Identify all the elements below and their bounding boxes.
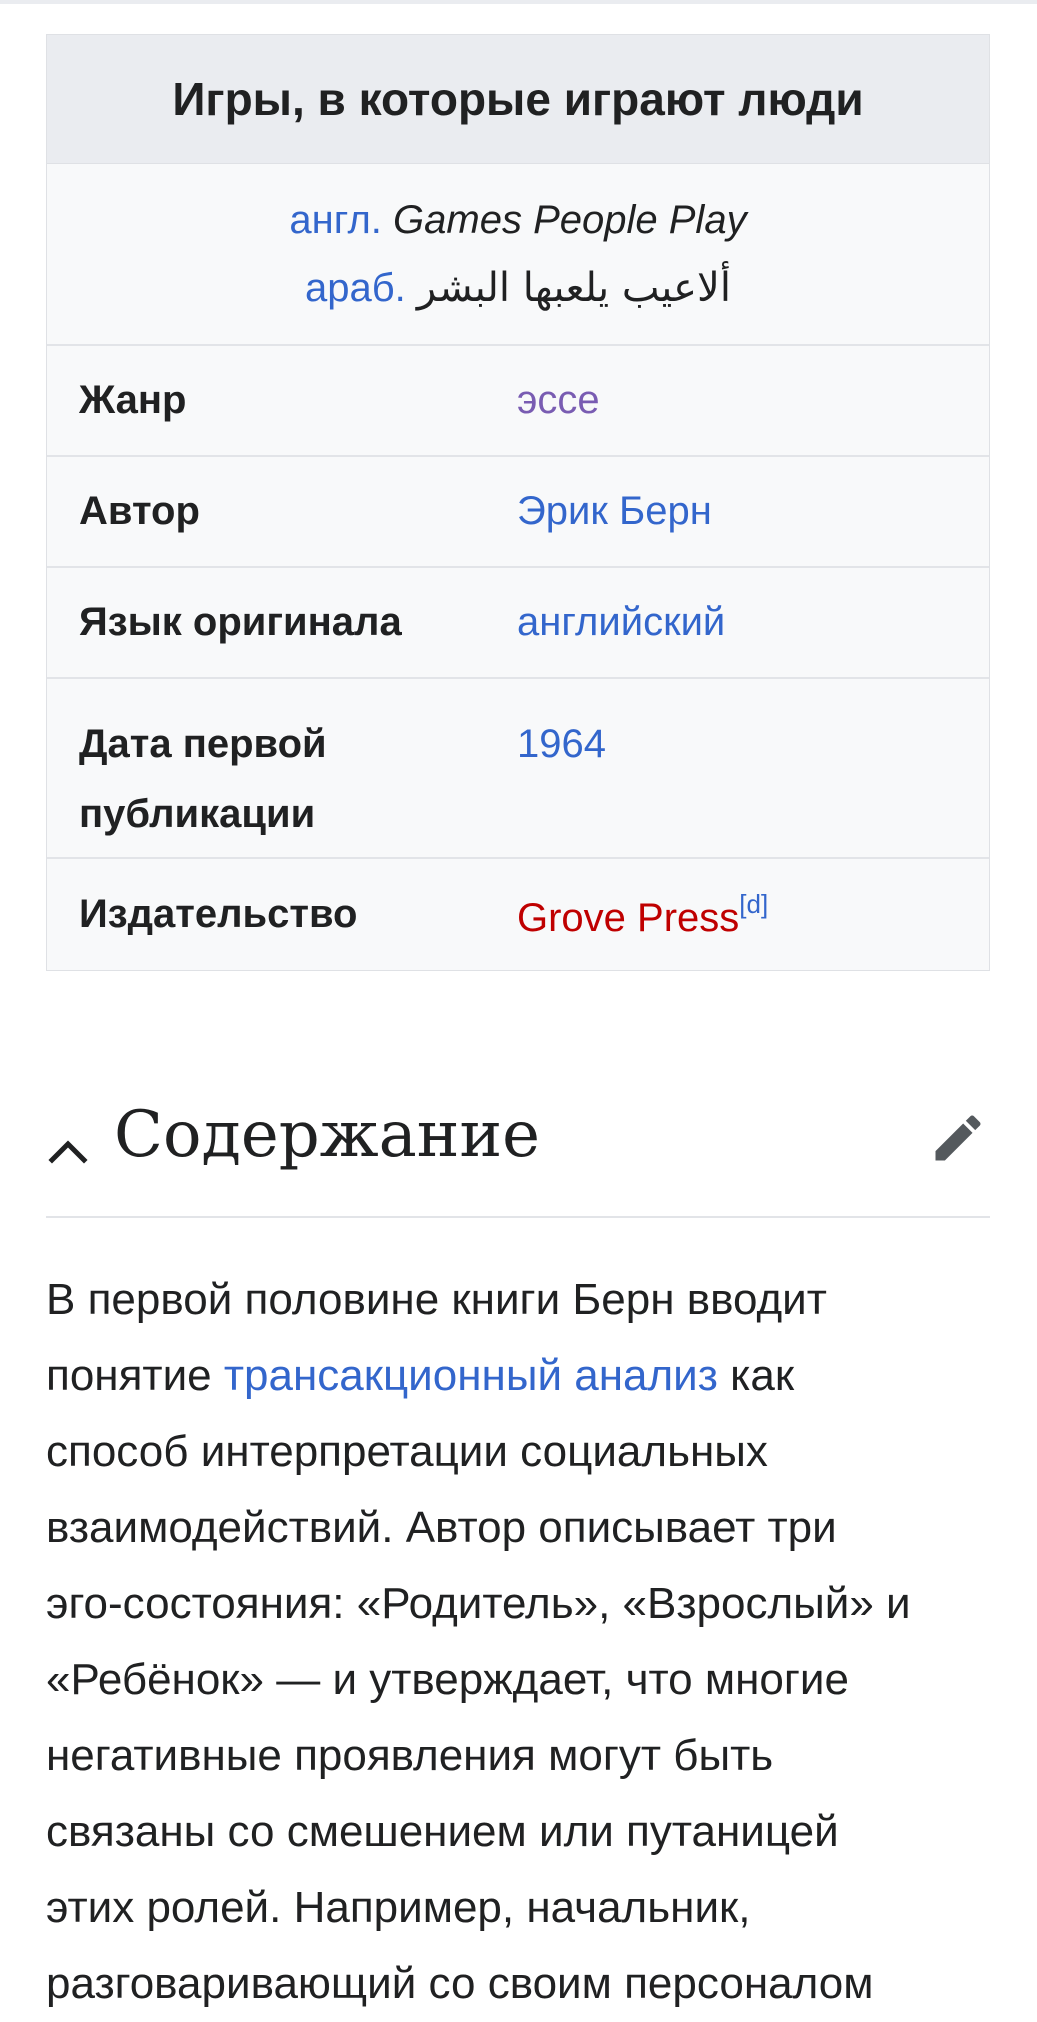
original-title-english: англ. Games People Play [289,186,746,254]
pencil-icon[interactable] [928,1108,988,1168]
language-link[interactable]: английский [517,600,989,645]
infobox: Игры, в которые играют люди англ. Games … [46,34,990,971]
wikidata-reference-link[interactable]: [d] [739,889,768,919]
genre-link[interactable]: эссе [517,378,989,423]
paragraph-line: «Ребёнок» — и утверждает, что многие [46,1655,849,1704]
paragraph-line: связаны со смешением или путаницей [46,1807,839,1856]
transactional-analysis-link[interactable]: трансакционный анализ [224,1351,718,1400]
paragraph-text: понятие [46,1351,224,1400]
english-title-text: Games People Play [393,198,747,242]
paragraph-line: взаимодействий. Автор описывает три [46,1503,837,1552]
infobox-row-language: Язык оригинала английский [47,568,989,679]
paragraph-line: разговаривающий со своим персоналом [46,1959,874,2008]
arabic-title-text: ألاعيب يلعبها البشر [416,265,731,311]
author-label: Автор [79,489,200,533]
paragraph-line: понятие трансакционный анализ как [46,1338,996,1414]
paragraph-text: как [717,1351,795,1400]
publisher-label: Издательство [79,892,358,936]
paragraph-line: этих ролей. Например, начальник, [46,1883,751,1932]
original-title-arabic: араб. ألاعيب يلعبها البشر [305,254,731,322]
publication-date-label-line2: публикации [79,792,316,836]
publication-date-label: Дата первой публикации [47,709,517,849]
infobox-row-author: Автор Эрик Берн [47,457,989,568]
top-edge-divider [0,0,1037,4]
infobox-row-publisher: Издательство Grove Press[d] [47,859,989,970]
article-paragraph: В первой половине книги Берн вводит поня… [46,1262,996,2022]
publisher-value: Grove Press[d] [517,889,989,941]
section-title: Содержание [114,1098,540,1172]
original-titles: англ. Games People Play араб. ألاعيب يلع… [47,164,989,346]
language-label: Язык оригинала [79,600,402,644]
infobox-title: Игры, в которые играют люди [47,35,989,164]
paragraph-line: эго-состояния: «Родитель», «Взрослый» и [46,1579,911,1628]
paragraph-line: В первой половине книги Берн вводит [46,1275,827,1324]
paragraph-line: негативные проявления могут быть [46,1731,774,1780]
publication-date-label-line1: Дата первой [79,722,327,766]
infobox-row-publication-date: Дата первой публикации 1964 [47,679,989,859]
author-link[interactable]: Эрик Берн [517,489,989,534]
chevron-up-icon[interactable] [46,1130,90,1174]
section-header-contents[interactable]: Содержание [46,1090,990,1218]
arabic-language-link[interactable]: араб. [305,266,406,310]
paragraph-line: способ интерпретации социальных [46,1427,768,1476]
publication-year-link[interactable]: 1964 [517,709,989,779]
english-language-link[interactable]: англ. [289,198,382,242]
genre-label: Жанр [79,378,187,422]
publisher-link[interactable]: Grove Press [517,896,739,940]
infobox-row-genre: Жанр эссе [47,346,989,457]
